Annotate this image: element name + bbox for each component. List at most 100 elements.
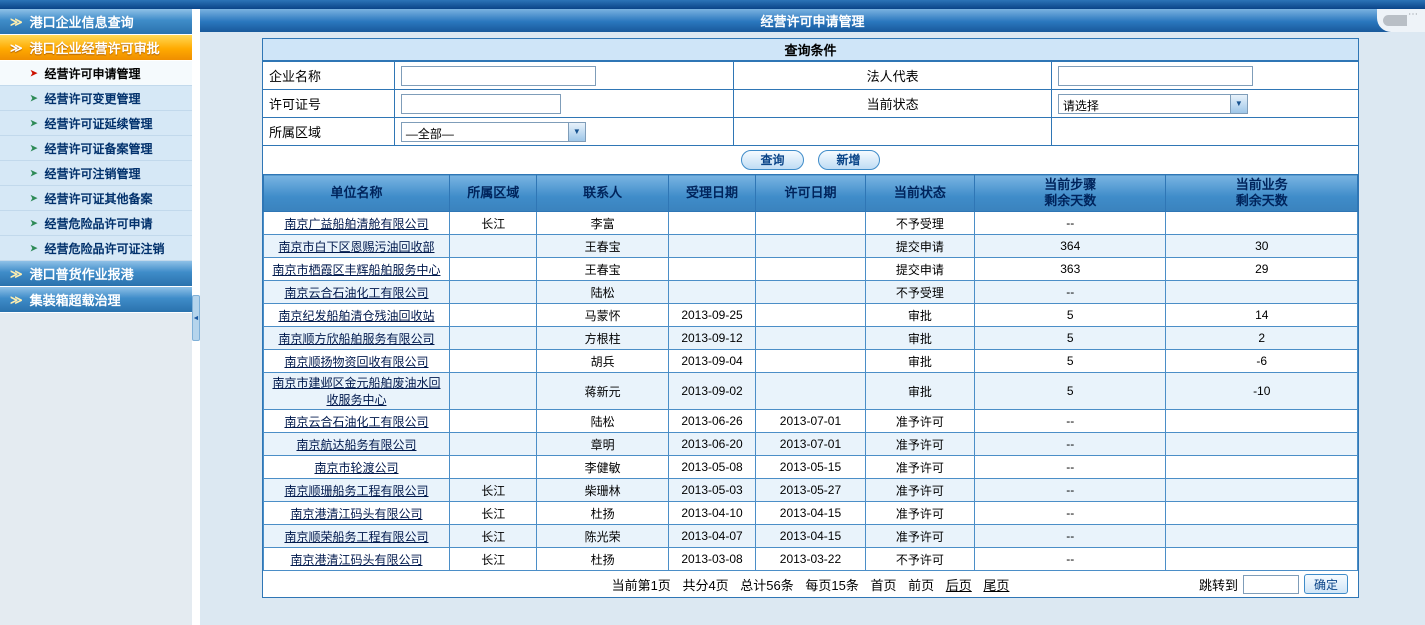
status-select[interactable]: 请选择 ▼: [1058, 94, 1248, 114]
jump-label: 跳转到: [1199, 575, 1238, 594]
cell: 提交申请: [865, 258, 974, 281]
company-link[interactable]: 南京纪发船舶清仓残油回收站: [278, 309, 434, 323]
menu-arrow-icon: ➤: [30, 93, 38, 104]
cell: 杜扬: [537, 548, 668, 571]
menu-label: 港口企业经营许可审批: [30, 38, 160, 57]
cell-company: 南京顺扬物资回收有限公司: [264, 350, 450, 373]
cell: 长江: [449, 548, 537, 571]
cell: 2013-06-26: [668, 410, 756, 433]
menu-group-icon: ≫: [10, 15, 23, 29]
sidebar-group-1[interactable]: ≫港口企业经营许可审批: [0, 35, 192, 61]
sidebar-item-9[interactable]: ➤ 经营危险品许可证注销: [0, 236, 192, 261]
first-page-link[interactable]: 首页: [870, 578, 896, 593]
cell: [668, 281, 756, 304]
cell: [668, 212, 756, 235]
sidebar-item-6[interactable]: ➤经营许可注销管理: [0, 161, 192, 186]
cell: 长江: [449, 502, 537, 525]
cell: 审批: [865, 350, 974, 373]
cell: 王春宝: [537, 258, 668, 281]
license-no-label: 许可证号: [263, 90, 394, 118]
legal-rep-input[interactable]: [1058, 66, 1253, 86]
cell: 2013-05-15: [756, 456, 865, 479]
company-link[interactable]: 南京航达船务有限公司: [296, 438, 416, 452]
company-link[interactable]: 南京顺方欣船舶服务有限公司: [278, 332, 434, 346]
company-link[interactable]: 南京市轮渡公司: [314, 461, 398, 475]
sidebar-group-0[interactable]: ≫ 港口企业信息查询: [0, 9, 192, 35]
company-link[interactable]: 南京市建邺区金元船舶废油水回收服务中心: [272, 376, 440, 407]
cell: 长江: [449, 525, 537, 548]
sidebar-collapse-handle[interactable]: ◄: [192, 295, 200, 341]
cell: 陈光荣: [537, 525, 668, 548]
jump-page-input[interactable]: [1243, 575, 1299, 594]
next-page-link[interactable]: 后页: [946, 578, 972, 593]
current-page-text: 当前第1页: [612, 578, 671, 593]
col-header: 单位名称: [264, 175, 450, 212]
cell-company: 南京顺荣船务工程有限公司: [264, 525, 450, 548]
last-page-link[interactable]: 尾页: [983, 578, 1009, 593]
cell: [756, 235, 865, 258]
search-button[interactable]: 查询: [741, 150, 803, 170]
company-link[interactable]: 南京顺荣船务工程有限公司: [284, 530, 428, 544]
cell: 363: [975, 258, 1166, 281]
company-link[interactable]: 南京云合石油化工有限公司: [284, 286, 428, 300]
sidebar-item-4[interactable]: ➤经营许可证延续管理: [0, 111, 192, 136]
company-link[interactable]: 南京广益船舶清舱有限公司: [284, 217, 428, 231]
jump-confirm-button[interactable]: 确定: [1304, 574, 1348, 594]
cell: 李富: [537, 212, 668, 235]
sidebar-item-2[interactable]: ➤经营许可申请管理: [0, 61, 192, 86]
cell: [668, 258, 756, 281]
cell: [756, 327, 865, 350]
company-link[interactable]: 南京顺珊船务工程有限公司: [284, 484, 428, 498]
cell-company: 南京广益船舶清舱有限公司: [264, 212, 450, 235]
license-no-input[interactable]: [401, 94, 561, 114]
add-button[interactable]: 新增: [818, 150, 880, 170]
page-title: 经营许可申请管理: [760, 11, 864, 30]
menu-label: 经营许可证备案管理: [45, 140, 153, 157]
cell: [449, 433, 537, 456]
collapse-arrow-icon: ◄: [193, 315, 200, 322]
company-name-input[interactable]: [401, 66, 596, 86]
sidebar-item-7[interactable]: ➤经营许可证其他备案: [0, 186, 192, 211]
menu-label: 经营危险品许可证注销: [45, 240, 165, 257]
sidebar-group-10[interactable]: ≫港口普货作业报港: [0, 261, 192, 287]
menu-arrow-icon: ➤: [30, 143, 38, 154]
cell: -6: [1166, 350, 1358, 373]
top-strip: [0, 0, 1425, 9]
company-link[interactable]: 南京顺扬物资回收有限公司: [284, 355, 428, 369]
company-link[interactable]: 南京云合石油化工有限公司: [284, 415, 428, 429]
table-row: 南京顺扬物资回收有限公司胡兵2013-09-04审批5-6: [264, 350, 1358, 373]
company-link[interactable]: 南京市栖霞区丰辉船舶服务中心: [272, 263, 440, 277]
empty-cell: [1051, 118, 1358, 146]
prev-page-link[interactable]: 前页: [908, 578, 934, 593]
sidebar-item-8[interactable]: ➤经营危险品许可申请: [0, 211, 192, 236]
menu-label: 经营许可变更管理: [45, 90, 141, 107]
cell: [1166, 212, 1358, 235]
cell: 5: [975, 350, 1166, 373]
cell-company: 南京市白下区恩赐污油回收部: [264, 235, 450, 258]
status-select-value: 请选择: [1059, 95, 1230, 113]
sidebar-item-3[interactable]: ➤ 经营许可变更管理: [0, 86, 192, 111]
cell: 2013-04-10: [668, 502, 756, 525]
company-link[interactable]: 南京港清江码头有限公司: [290, 553, 422, 567]
sidebar-item-5[interactable]: ➤ 经营许可证备案管理: [0, 136, 192, 161]
menu-arrow-icon: ➤: [30, 243, 38, 254]
table-row: 南京港清江码头有限公司长江杜扬2013-04-102013-04-15准予许可-…: [264, 502, 1358, 525]
company-link[interactable]: 南京港清江码头有限公司: [290, 507, 422, 521]
table-row: 南京市轮渡公司李健敏2013-05-082013-05-15准予许可--: [264, 456, 1358, 479]
cell: [449, 373, 537, 410]
cell: [1166, 479, 1358, 502]
cell: [449, 410, 537, 433]
cell: 蒋新元: [537, 373, 668, 410]
menu-group-icon: ≫: [10, 267, 23, 281]
cell: 2013-03-08: [668, 548, 756, 571]
region-select[interactable]: —全部— ▼: [401, 122, 586, 142]
menu-arrow-icon: ➤: [30, 68, 38, 79]
empty-cell: [734, 118, 1052, 146]
pagination-bar: 当前第1页 共分4页 总计56条 每页15条 首页 前页 后页 尾页 跳转到 确…: [263, 571, 1358, 597]
cell: [1166, 525, 1358, 548]
cell: 364: [975, 235, 1166, 258]
cell: 2: [1166, 327, 1358, 350]
company-link[interactable]: 南京市白下区恩赐污油回收部: [278, 240, 434, 254]
menu-label: 港口企业信息查询: [30, 12, 134, 31]
sidebar-group-11[interactable]: ≫集装箱超载治理: [0, 287, 192, 313]
